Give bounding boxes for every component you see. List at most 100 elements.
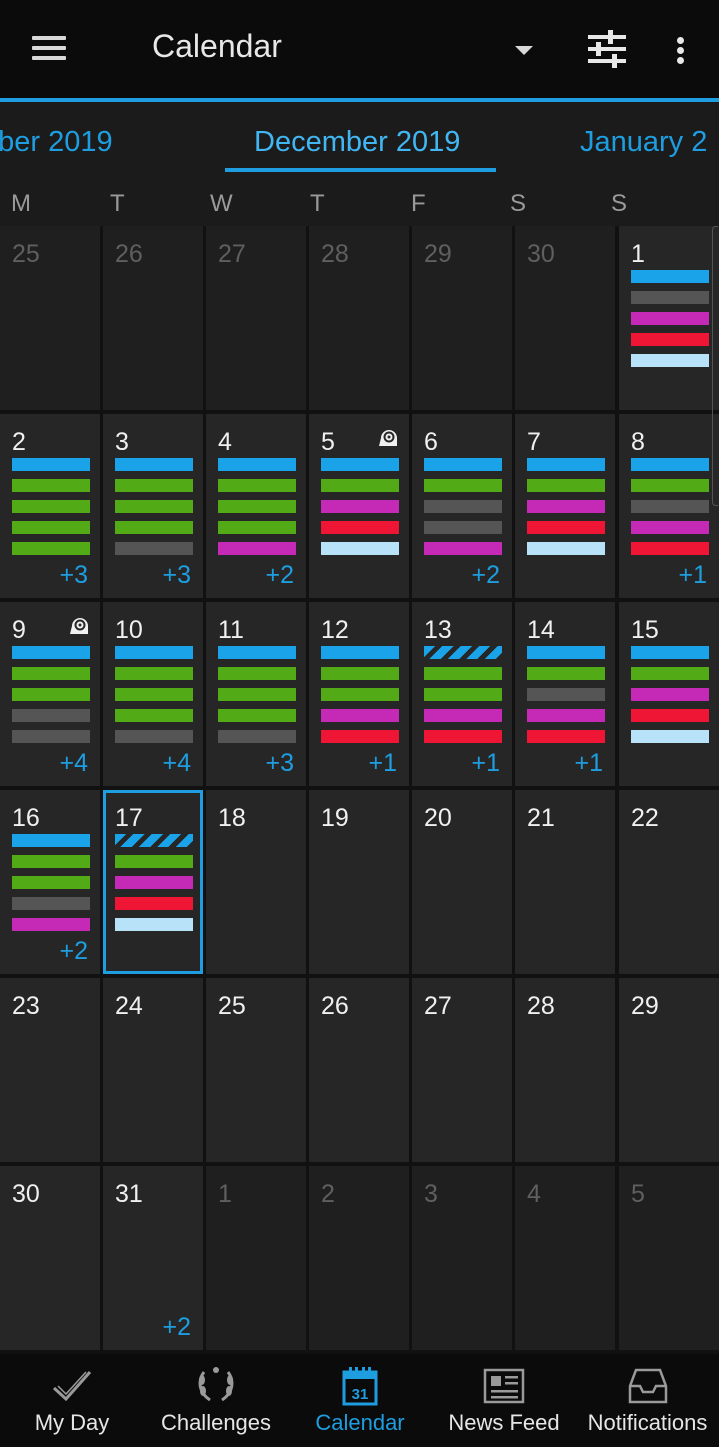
event-bar[interactable] <box>527 646 605 659</box>
day-cell[interactable]: 26 <box>309 978 409 1162</box>
event-bar[interactable] <box>218 730 296 743</box>
event-bar[interactable] <box>631 688 709 701</box>
event-bar[interactable] <box>631 646 709 659</box>
scroll-handle[interactable] <box>712 226 718 506</box>
day-cell[interactable]: 6 +2 <box>412 414 512 598</box>
event-bar[interactable] <box>321 479 399 492</box>
event-bar[interactable] <box>424 500 502 513</box>
day-cell[interactable]: 20 <box>412 790 512 974</box>
day-cell[interactable]: 19 <box>309 790 409 974</box>
event-bar[interactable] <box>12 542 90 555</box>
event-bar[interactable] <box>424 667 502 680</box>
day-cell[interactable]: 29 <box>619 978 719 1162</box>
event-bar[interactable] <box>631 479 709 492</box>
event-bar[interactable] <box>12 855 90 868</box>
event-bar[interactable] <box>12 500 90 513</box>
day-cell[interactable]: 22 <box>619 790 719 974</box>
day-cell[interactable]: 28 <box>309 226 409 410</box>
more-events-count[interactable]: +2 <box>59 937 88 966</box>
event-bar[interactable] <box>12 646 90 659</box>
nav-item-calendar[interactable]: 31 Calendar <box>288 1354 432 1447</box>
event-bar[interactable] <box>218 709 296 722</box>
day-cell[interactable]: 30 <box>515 226 615 410</box>
day-cell[interactable]: 26 <box>103 226 203 410</box>
more-events-count[interactable]: +3 <box>59 561 88 590</box>
menu-button[interactable] <box>26 30 72 66</box>
day-cell[interactable]: 28 <box>515 978 615 1162</box>
more-events-count[interactable]: +3 <box>265 749 294 778</box>
event-bar[interactable] <box>115 646 193 659</box>
event-bar[interactable] <box>527 521 605 534</box>
event-bar[interactable] <box>115 688 193 701</box>
day-cell[interactable]: 2 +3 <box>0 414 100 598</box>
day-cell[interactable]: 13 +1 <box>412 602 512 786</box>
day-cell[interactable]: 15 <box>619 602 719 786</box>
more-events-count[interactable]: +2 <box>162 1313 191 1342</box>
event-bar[interactable] <box>115 542 193 555</box>
nav-item-challenges[interactable]: Challenges <box>144 1354 288 1447</box>
more-events-count[interactable]: +4 <box>162 749 191 778</box>
day-cell[interactable]: 9 +4 <box>0 602 100 786</box>
event-bar[interactable] <box>424 709 502 722</box>
event-bar[interactable] <box>321 521 399 534</box>
event-bar[interactable] <box>115 876 193 889</box>
day-cell[interactable]: 29 <box>412 226 512 410</box>
event-bar[interactable] <box>218 688 296 701</box>
event-bar[interactable] <box>631 500 709 513</box>
event-bar[interactable] <box>115 897 193 910</box>
event-bar[interactable] <box>12 667 90 680</box>
event-bar[interactable] <box>12 479 90 492</box>
day-cell[interactable]: 27 <box>412 978 512 1162</box>
more-events-count[interactable]: +4 <box>59 749 88 778</box>
day-cell[interactable]: 4 +2 <box>206 414 306 598</box>
event-bar[interactable] <box>12 876 90 889</box>
more-options-button[interactable] <box>664 30 698 70</box>
month-tab-previous[interactable]: mber 2019 <box>0 126 113 159</box>
event-bar[interactable] <box>631 730 709 743</box>
event-bar[interactable] <box>218 458 296 471</box>
event-bar[interactable] <box>115 458 193 471</box>
day-cell[interactable]: 5 <box>619 1166 719 1350</box>
day-cell[interactable]: 27 <box>206 226 306 410</box>
view-dropdown-button[interactable] <box>506 40 542 64</box>
event-bar[interactable] <box>631 333 709 346</box>
event-bar[interactable] <box>321 730 399 743</box>
event-bar[interactable] <box>115 500 193 513</box>
day-cell[interactable]: 3 +3 <box>103 414 203 598</box>
event-bar[interactable] <box>424 542 502 555</box>
day-cell[interactable]: 24 <box>103 978 203 1162</box>
event-bar[interactable] <box>218 500 296 513</box>
event-bar[interactable] <box>12 688 90 701</box>
event-bar[interactable] <box>631 542 709 555</box>
filter-button[interactable] <box>584 26 630 72</box>
more-events-count[interactable]: +1 <box>678 561 707 590</box>
event-bar[interactable] <box>631 709 709 722</box>
event-bar[interactable] <box>631 521 709 534</box>
event-bar[interactable] <box>12 709 90 722</box>
day-cell[interactable]: 21 <box>515 790 615 974</box>
event-bar[interactable] <box>527 542 605 555</box>
day-cell[interactable]: 11 +3 <box>206 602 306 786</box>
event-bar[interactable] <box>321 667 399 680</box>
event-bar[interactable] <box>12 521 90 534</box>
day-cell[interactable]: 4 <box>515 1166 615 1350</box>
event-bar[interactable] <box>12 897 90 910</box>
day-cell[interactable]: 18 <box>206 790 306 974</box>
day-cell[interactable]: 1 <box>619 226 719 410</box>
day-cell[interactable]: 16 +2 <box>0 790 100 974</box>
event-bar[interactable] <box>527 479 605 492</box>
event-bar[interactable] <box>631 458 709 471</box>
event-bar[interactable] <box>321 709 399 722</box>
event-bar[interactable] <box>218 479 296 492</box>
event-bar[interactable] <box>115 730 193 743</box>
event-bar[interactable] <box>321 646 399 659</box>
event-bar[interactable] <box>115 834 193 847</box>
day-cell[interactable]: 5 <box>309 414 409 598</box>
day-cell-today[interactable]: 17 <box>103 790 203 974</box>
event-bar[interactable] <box>631 354 709 367</box>
event-bar[interactable] <box>631 291 709 304</box>
day-cell[interactable]: 25 <box>206 978 306 1162</box>
event-bar[interactable] <box>115 479 193 492</box>
event-bar[interactable] <box>424 521 502 534</box>
event-bar[interactable] <box>218 646 296 659</box>
